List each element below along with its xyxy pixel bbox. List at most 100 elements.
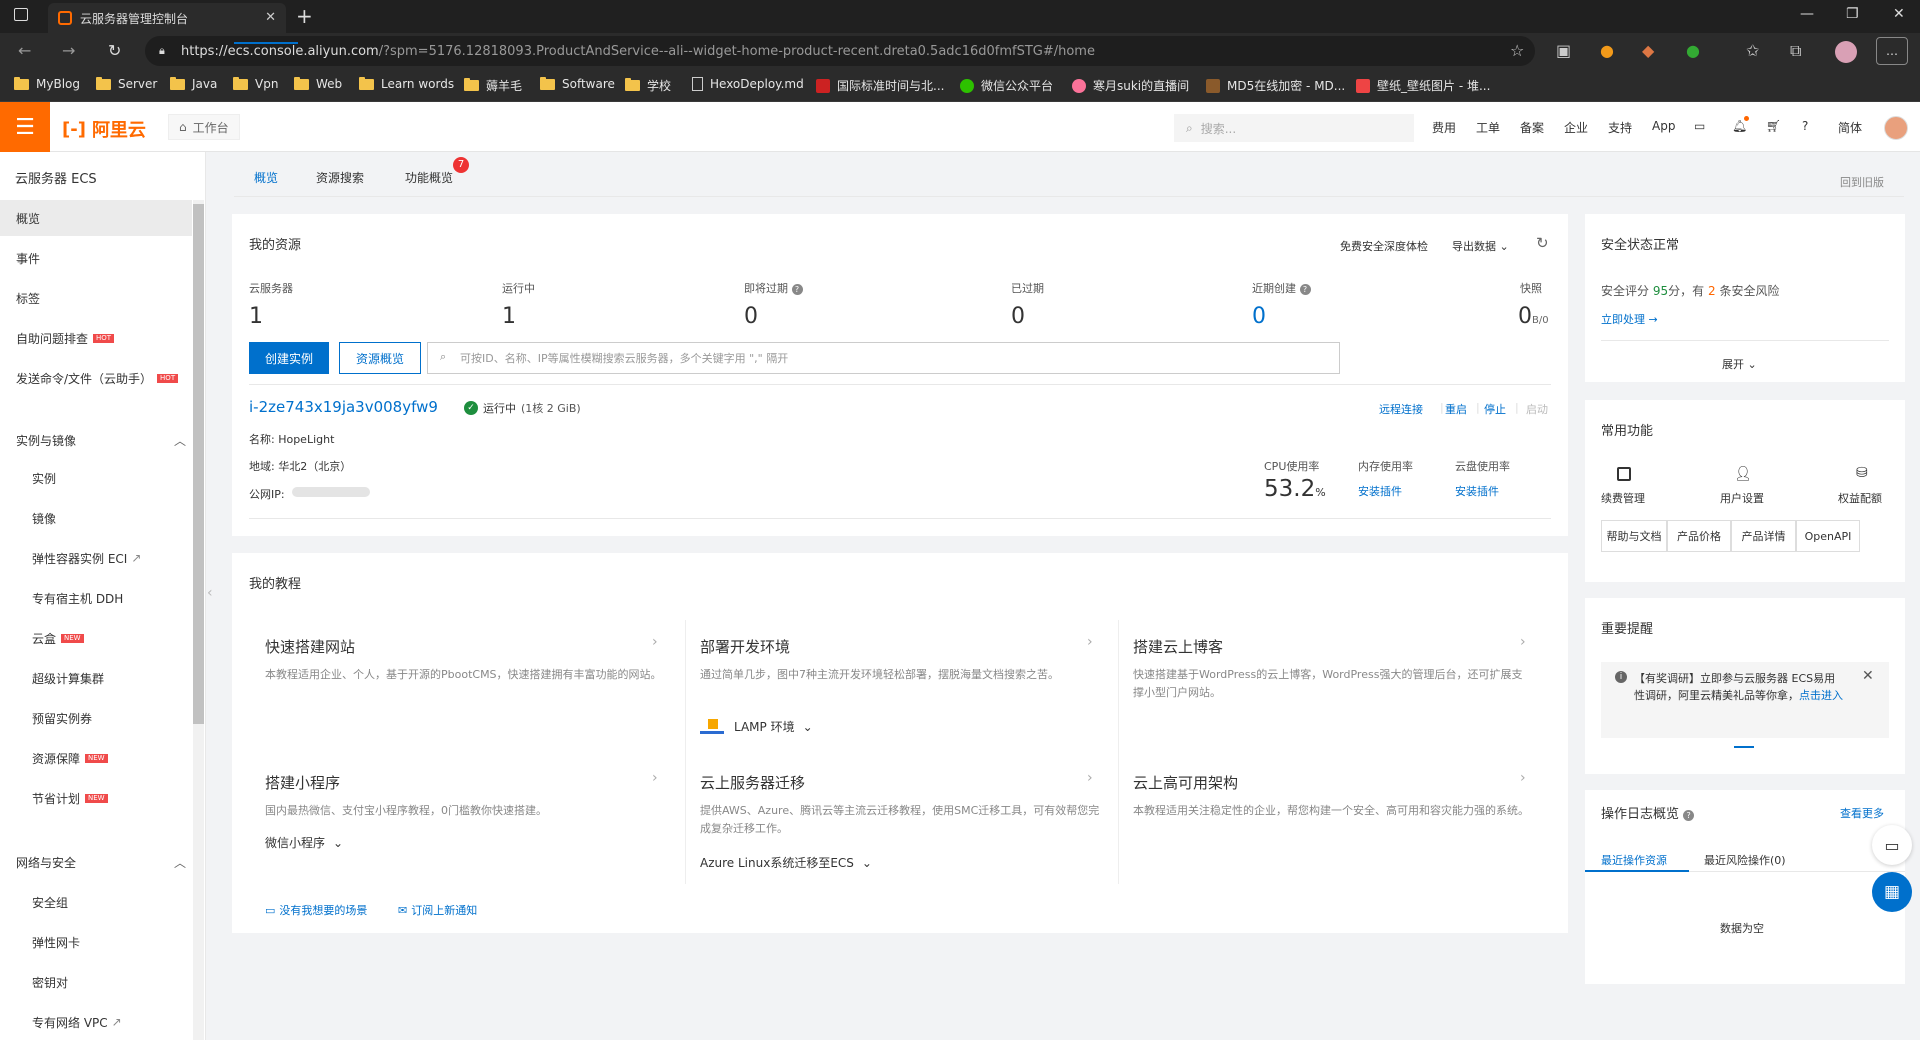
user-avatar[interactable] xyxy=(1884,116,1908,140)
tab-recent-risk-ops[interactable]: 最近风险操作(0) xyxy=(1704,852,1786,868)
sidebar-item-keypair[interactable]: 密钥对 xyxy=(0,964,192,1000)
sidebar-item-troubleshoot[interactable]: 自助问题排查 HOT xyxy=(0,320,192,356)
menu-icon[interactable]: ☰ xyxy=(0,102,50,152)
bookmark-wallpaper[interactable]: 壁纸_壁纸图片 - 堆... xyxy=(1356,77,1490,94)
settings-more-icon[interactable]: … xyxy=(1876,37,1908,65)
bookmark-myblog[interactable]: MyBlog xyxy=(14,76,80,91)
tab-resource-search[interactable]: 资源搜索 xyxy=(316,169,364,186)
bookmark-time[interactable]: 国际标准时间与北... xyxy=(816,77,944,94)
close-window-icon[interactable]: ✕ xyxy=(1893,6,1905,22)
bookmark-learn-words[interactable]: Learn words xyxy=(359,76,454,91)
sidebar-item-reserved[interactable]: 预留实例券 xyxy=(0,700,192,736)
sidebar-item-savings[interactable]: 节省计划 NEW xyxy=(0,780,192,816)
console-search-input[interactable]: ⌕ 搜索... xyxy=(1174,114,1414,142)
refresh-icon[interactable]: ↻ xyxy=(1536,234,1549,252)
minimize-icon[interactable]: — xyxy=(1800,6,1814,22)
bookmark-live[interactable]: 寒月suki的直播间 xyxy=(1072,77,1189,94)
export-data-dropdown[interactable]: 导出数据 ⌄ xyxy=(1452,238,1509,254)
nav-ticket[interactable]: 工单 xyxy=(1476,119,1500,136)
close-tab-icon[interactable]: ✕ xyxy=(265,10,276,25)
help-docs-button[interactable]: 帮助与文档 xyxy=(1601,520,1667,552)
nav-billing[interactable]: 费用 xyxy=(1432,119,1456,136)
extension-1-icon[interactable]: ▣ xyxy=(1556,41,1571,60)
sidebar-item-events[interactable]: 事件 xyxy=(0,240,192,276)
language-switch[interactable]: 简体 xyxy=(1838,119,1862,136)
extension-3-icon[interactable]: ◆ xyxy=(1642,41,1654,60)
sidebar-item-assurance[interactable]: 资源保障 NEW xyxy=(0,740,192,776)
sidebar-item-overview[interactable]: 概览 xyxy=(0,200,192,236)
bookmark-vpn[interactable]: Vpn xyxy=(233,76,278,91)
extension-2-icon[interactable]: ● xyxy=(1600,41,1614,60)
sidebar-scrollbar-thumb[interactable] xyxy=(193,204,204,724)
close-notice-icon[interactable]: ✕ xyxy=(1862,668,1874,684)
bookmark-hexodeploy[interactable]: HexoDeploy.md xyxy=(692,77,804,91)
back-to-old-version-link[interactable]: 回到旧版 xyxy=(1840,174,1884,190)
aliyun-logo[interactable]: [-] 阿里云 xyxy=(62,116,146,142)
workbench-button[interactable]: ⌂ 工作台 xyxy=(168,114,240,140)
free-security-check-link[interactable]: 免费安全深度体检 xyxy=(1340,238,1428,254)
stat-value-running[interactable]: 1 xyxy=(502,304,516,329)
resource-search-input[interactable]: ⌕ 可按ID、名称、IP等属性模糊搜索云服务器，多个关键字用 "," 隔开 xyxy=(427,342,1340,374)
extension-4-icon[interactable]: ● xyxy=(1686,41,1700,60)
sidebar-item-cloudbox[interactable]: 云盒 NEW xyxy=(0,620,192,656)
bookmark-md5[interactable]: MD5在线加密 - MD... xyxy=(1206,77,1345,94)
nav-app[interactable]: App xyxy=(1652,119,1675,133)
sidebar-item-tags[interactable]: 标签 xyxy=(0,280,192,316)
sidebar-item-eci[interactable]: 弹性容器实例 ECI ↗ xyxy=(0,540,192,576)
bookmark-school[interactable]: 学校 xyxy=(625,77,671,94)
sidebar-item-eni[interactable]: 弹性网卡 xyxy=(0,924,192,960)
sidebar-item-send-command[interactable]: 发送命令/文件（云助手） HOT xyxy=(0,360,192,396)
handle-now-link[interactable]: 立即处理 → xyxy=(1601,311,1658,327)
tab-actions-icon[interactable] xyxy=(14,8,28,21)
no-scene-link[interactable]: ▭ 没有我想要的场景 xyxy=(265,902,367,918)
restart-link[interactable]: 重启 xyxy=(1445,401,1467,417)
bookmark-yangmao[interactable]: 薅羊毛 xyxy=(464,77,522,94)
stat-value-servers[interactable]: 1 xyxy=(249,304,263,329)
bookmark-web[interactable]: Web xyxy=(294,76,342,91)
disk-install-plugin-link[interactable]: 安装插件 xyxy=(1455,483,1499,499)
favorite-add-icon[interactable]: ☆ xyxy=(1510,41,1524,60)
product-price-button[interactable]: 产品价格 xyxy=(1667,520,1731,552)
refresh-icon[interactable]: ↻ xyxy=(108,41,121,60)
expand-toggle[interactable]: 展开 ⌄ xyxy=(1722,356,1757,372)
nav-support[interactable]: 支持 xyxy=(1608,119,1632,136)
favorites-icon[interactable]: ✩ xyxy=(1746,41,1759,60)
view-more-link[interactable]: 查看更多 xyxy=(1840,805,1884,821)
instance-id-link[interactable]: i-2ze743x19ja3v008yfw9 xyxy=(249,398,438,416)
stop-link[interactable]: 停止 xyxy=(1484,401,1506,417)
url-field[interactable]: 🔒︎ https://ecs.console.aliyun.com/?spm=5… xyxy=(145,36,1535,66)
bookmark-wechat[interactable]: 微信公众平台 xyxy=(960,77,1053,94)
carousel-indicator[interactable] xyxy=(1734,746,1754,748)
tab-overview[interactable]: 概览 xyxy=(254,169,278,186)
stat-value-recent[interactable]: 0 xyxy=(1252,304,1266,329)
notice-enter-link[interactable]: 点击进入 xyxy=(1799,689,1843,702)
cloud-shell-icon[interactable]: ▭ xyxy=(1694,119,1705,133)
remote-connect-link[interactable]: 远程连接 xyxy=(1379,401,1423,417)
restore-icon[interactable]: ❐ xyxy=(1846,6,1859,22)
sidebar-item-ddh[interactable]: 专有宿主机 DDH xyxy=(0,580,192,616)
sidebar-item-images[interactable]: 镜像 xyxy=(0,500,192,536)
sidebar-item-supercomputing[interactable]: 超级计算集群 xyxy=(0,660,192,696)
quick-access-float-button[interactable]: ▦ xyxy=(1872,872,1912,912)
bookmark-java[interactable]: Java xyxy=(170,76,217,91)
sidebar-item-instance[interactable]: 实例 xyxy=(0,460,192,496)
bookmark-software[interactable]: Software xyxy=(540,76,615,91)
stat-value-expiring[interactable]: 0 xyxy=(744,304,758,329)
new-tab-icon[interactable]: + xyxy=(296,4,313,28)
wechat-mini-program-dropdown[interactable]: 微信小程序 ⌄ xyxy=(265,834,343,851)
subscribe-link[interactable]: ✉ 订阅上新通知 xyxy=(398,902,477,918)
nav-filing[interactable]: 备案 xyxy=(1520,119,1544,136)
sidebar-item-security-group[interactable]: 安全组 xyxy=(0,884,192,920)
help-icon[interactable]: ? xyxy=(1802,119,1808,133)
create-instance-button[interactable]: 创建实例 xyxy=(249,342,329,374)
memory-install-plugin-link[interactable]: 安装插件 xyxy=(1358,483,1402,499)
sidebar-item-vpc[interactable]: 专有网络 VPC ↗ xyxy=(0,1004,192,1040)
tab-feature-overview[interactable]: 功能概览 xyxy=(405,169,453,186)
tab-recent-resources[interactable]: 最近操作资源 xyxy=(1601,852,1667,868)
sidebar-collapse-icon[interactable]: ‹ xyxy=(207,585,213,601)
openapi-button[interactable]: OpenAPI xyxy=(1796,520,1860,552)
resource-overview-button[interactable]: 资源概览 xyxy=(339,342,421,374)
product-details-button[interactable]: 产品详情 xyxy=(1731,520,1796,552)
feedback-float-button[interactable]: ▭ xyxy=(1872,825,1912,865)
forward-icon[interactable]: → xyxy=(62,41,75,60)
